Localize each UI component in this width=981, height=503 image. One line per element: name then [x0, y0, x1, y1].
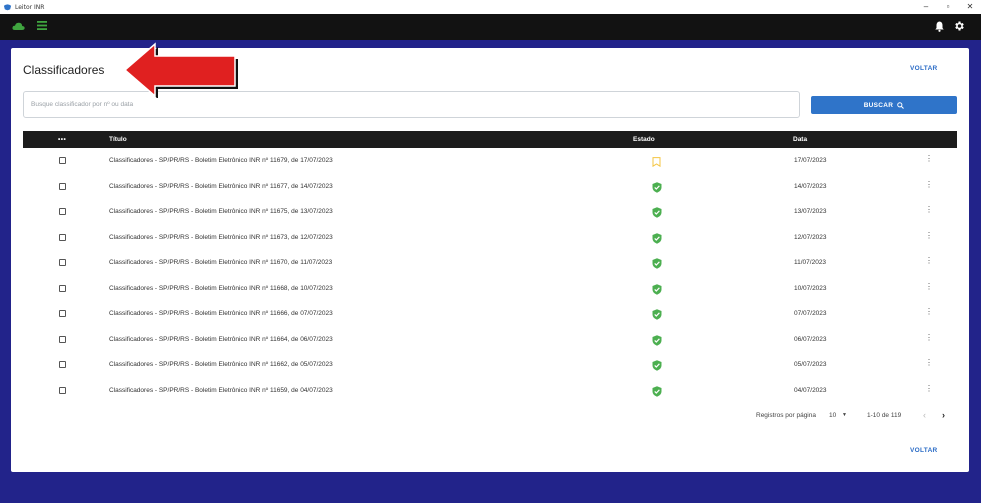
table-header: ••• Título Estado Data [23, 131, 957, 148]
row-title[interactable]: Classificadores - SP/PR/RS - Boletim Ele… [109, 157, 333, 164]
verified-shield-icon [652, 384, 662, 402]
window-controls: – ▫ ✕ [915, 0, 981, 14]
row-date: 04/07/2023 [794, 386, 827, 394]
kebab-menu-icon[interactable]: ⋮ [925, 155, 933, 163]
minimize-button[interactable]: – [915, 0, 937, 14]
kebab-menu-icon[interactable]: ⋮ [925, 257, 933, 265]
row-checkbox[interactable] [59, 386, 66, 394]
row-title[interactable]: Classificadores - SP/PR/RS - Boletim Ele… [109, 361, 333, 368]
table-row[interactable]: Classificadores - SP/PR/RS - Boletim Ele… [23, 225, 957, 251]
row-checkbox[interactable] [59, 259, 66, 266]
page-title: Classificadores [23, 63, 105, 77]
chevron-down-icon[interactable]: ▼ [842, 412, 847, 418]
search-button-label: BUSCAR [863, 101, 894, 109]
rows-per-page-select[interactable]: 10 [829, 412, 836, 419]
table-row[interactable]: Classificadores - SP/PR/RS - Boletim Ele… [23, 327, 957, 353]
row-date: 07/07/2023 [794, 310, 827, 317]
row-checkbox[interactable] [59, 284, 66, 292]
row-checkbox[interactable] [59, 157, 66, 164]
verified-shield-icon [652, 307, 662, 325]
row-checkbox[interactable] [59, 310, 66, 317]
row-title[interactable]: Classificadores - SP/PR/RS - Boletim Ele… [109, 310, 333, 317]
row-title[interactable]: Classificadores - SP/PR/RS - Boletim Ele… [109, 387, 333, 394]
row-title[interactable]: Classificadores - SP/PR/RS - Boletim Ele… [109, 285, 333, 292]
cloud-icon[interactable] [12, 22, 25, 31]
table-row[interactable]: Classificadores - SP/PR/RS - Boletim Ele… [23, 276, 957, 302]
back-button-bottom[interactable]: VOLTAR [910, 447, 938, 454]
chevron-left-icon[interactable]: ‹ [923, 410, 926, 420]
table-row[interactable]: Classificadores - SP/PR/RS - Boletim Ele… [23, 250, 957, 276]
verified-shield-icon [652, 231, 662, 249]
column-header-date[interactable]: Data [793, 131, 807, 148]
window-titlebar: Leitor INR – ▫ ✕ [0, 0, 981, 14]
search-button[interactable]: BUSCAR [811, 96, 957, 114]
verified-shield-icon [652, 205, 662, 223]
back-button[interactable]: VOLTAR [910, 65, 938, 72]
table-row[interactable]: Classificadores - SP/PR/RS - Boletim Ele… [23, 148, 957, 174]
red-arrow-pointer [125, 42, 238, 98]
row-date: 10/07/2023 [794, 284, 827, 292]
row-checkbox[interactable] [59, 233, 66, 241]
table-row[interactable]: Classificadores - SP/PR/RS - Boletim Ele… [23, 352, 957, 378]
pagination-range: 1-10 de 119 [867, 412, 902, 419]
column-select-menu[interactable]: ••• [58, 131, 66, 148]
row-date: 14/07/2023 [794, 182, 827, 190]
kebab-menu-icon[interactable]: ⋮ [925, 180, 933, 189]
row-checkbox[interactable] [59, 361, 66, 368]
row-date: 05/07/2023 [794, 361, 827, 368]
kebab-menu-icon[interactable]: ⋮ [925, 231, 933, 240]
row-title[interactable]: Classificadores - SP/PR/RS - Boletim Ele… [109, 183, 333, 190]
main-card: Classificadores VOLTAR BUSCAR ••• Título… [11, 48, 969, 472]
menu-icon[interactable] [37, 21, 47, 30]
row-title[interactable]: Classificadores - SP/PR/RS - Boletim Ele… [109, 259, 332, 266]
row-date: 11/07/2023 [794, 259, 827, 266]
verified-shield-icon [652, 256, 662, 274]
kebab-menu-icon[interactable]: ⋮ [925, 359, 933, 367]
row-checkbox[interactable] [59, 208, 66, 215]
verified-shield-icon [652, 282, 662, 300]
kebab-menu-icon[interactable]: ⋮ [925, 206, 933, 214]
app-toolbar [0, 14, 981, 40]
row-title[interactable]: Classificadores - SP/PR/RS - Boletim Ele… [109, 208, 333, 215]
gear-icon[interactable] [953, 20, 965, 32]
row-title[interactable]: Classificadores - SP/PR/RS - Boletim Ele… [109, 336, 333, 343]
column-header-status[interactable]: Estado [633, 131, 655, 148]
row-checkbox[interactable] [59, 335, 66, 343]
column-header-title[interactable]: Título [109, 131, 127, 148]
table-row[interactable]: Classificadores - SP/PR/RS - Boletim Ele… [23, 301, 957, 327]
rows-per-page-label: Registros por página [756, 412, 816, 419]
verified-shield-icon [652, 333, 662, 351]
search-icon [897, 101, 905, 109]
chevron-right-icon[interactable]: › [942, 410, 945, 420]
verified-shield-icon [652, 358, 662, 376]
row-date: 13/07/2023 [794, 208, 827, 215]
bookmark-outline-icon [652, 154, 661, 172]
row-checkbox[interactable] [59, 182, 66, 190]
window-title: Leitor INR [15, 3, 45, 11]
table-row[interactable]: Classificadores - SP/PR/RS - Boletim Ele… [23, 199, 957, 225]
app-logo-icon [3, 3, 12, 10]
verified-shield-icon [652, 180, 662, 198]
table-row[interactable]: Classificadores - SP/PR/RS - Boletim Ele… [23, 378, 957, 404]
table-body: Classificadores - SP/PR/RS - Boletim Ele… [23, 148, 957, 403]
row-date: 12/07/2023 [794, 233, 827, 241]
table-row[interactable]: Classificadores - SP/PR/RS - Boletim Ele… [23, 174, 957, 200]
kebab-menu-icon[interactable]: ⋮ [925, 308, 933, 316]
kebab-menu-icon[interactable]: ⋮ [925, 282, 933, 291]
close-button[interactable]: ✕ [959, 0, 981, 14]
kebab-menu-icon[interactable]: ⋮ [925, 384, 933, 393]
row-title[interactable]: Classificadores - SP/PR/RS - Boletim Ele… [109, 234, 333, 241]
maximize-button[interactable]: ▫ [937, 0, 959, 14]
row-date: 06/07/2023 [794, 335, 827, 343]
row-date: 17/07/2023 [794, 157, 827, 164]
bell-icon[interactable] [935, 21, 944, 32]
kebab-menu-icon[interactable]: ⋮ [925, 333, 933, 342]
